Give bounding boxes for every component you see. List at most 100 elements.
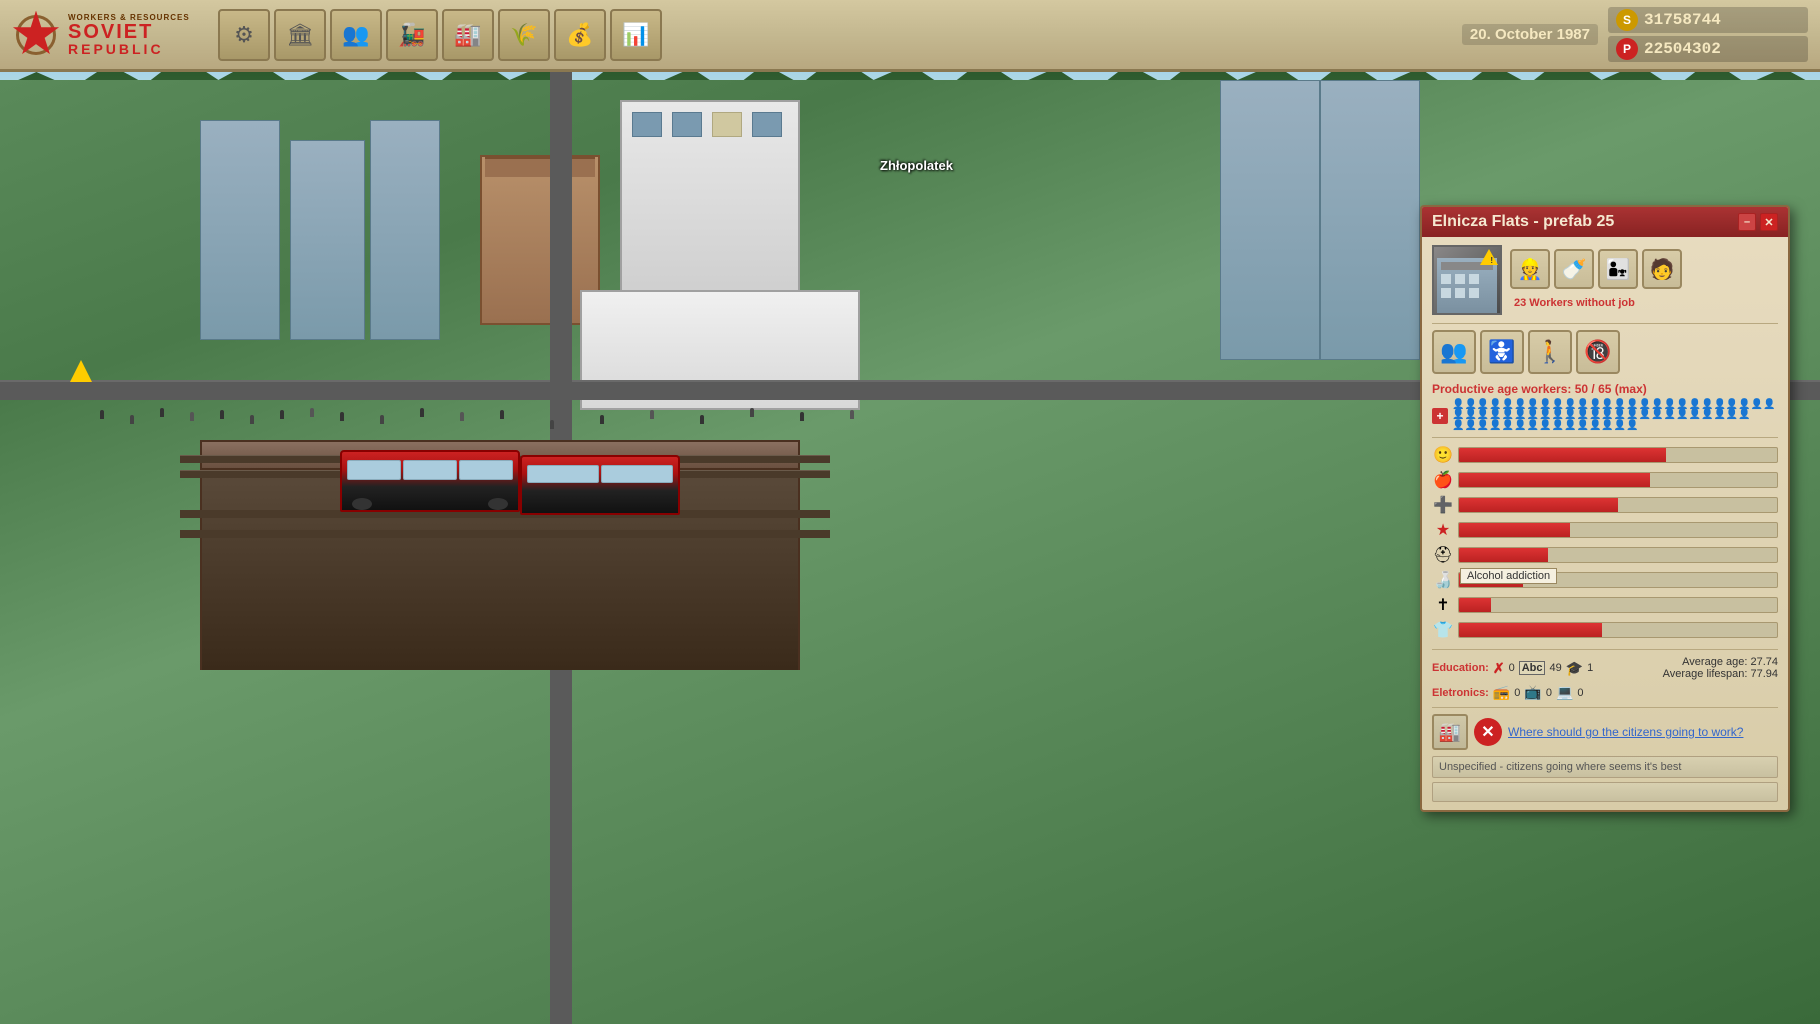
close-button[interactable]: ✕ xyxy=(1760,213,1778,231)
religion-icon: ✝ xyxy=(1432,594,1454,616)
clothing-icon: 👕 xyxy=(1432,619,1454,641)
age-21plus-icon: 🔞 xyxy=(1576,330,1620,374)
logo-area: WORKERS & RESOURCES SOVIET REPUBLIC xyxy=(0,7,210,63)
safety-icon: ⛑ xyxy=(1432,544,1454,566)
electronics-val1: 0 xyxy=(1514,687,1520,699)
info-panel: Elnicza Flats - prefab 25 – ✕ xyxy=(1420,205,1790,812)
person xyxy=(850,410,854,419)
toolbar: WORKERS & RESOURCES SOVIET REPUBLIC ⚙ 🏛 … xyxy=(0,0,1820,72)
panel-titlebar: Elnicza Flats - prefab 25 – ✕ xyxy=(1422,207,1788,237)
empty-bar xyxy=(1432,782,1778,802)
person xyxy=(550,420,554,429)
stat-alcohol: 🍶 Alcohol addiction xyxy=(1432,569,1778,591)
tram-2 xyxy=(520,455,680,515)
worker-empty-figures: 👤👤👤👤👤👤👤👤👤👤👤👤👤👤👤 xyxy=(1452,421,1639,431)
average-stats: Average age: 27.74 Average lifespan: 77.… xyxy=(1663,656,1778,680)
person xyxy=(190,412,194,421)
add-workers-button[interactable]: + xyxy=(1432,408,1448,424)
transport-button[interactable]: 🚂 xyxy=(386,9,438,61)
age-child-icon: 🚶 xyxy=(1528,330,1572,374)
stat-healthcare: ➕ xyxy=(1432,494,1778,516)
electronics-val2: 0 xyxy=(1546,687,1552,699)
education-abc-icon: Abc xyxy=(1519,661,1546,675)
culture-icon: ★ xyxy=(1432,519,1454,541)
building-prefab-1 xyxy=(1320,80,1420,360)
food-icon: 🍎 xyxy=(1432,469,1454,491)
building-2 xyxy=(290,140,365,340)
education-row: Education: ✗ 0 Abc 49 🎓 1 xyxy=(1432,660,1593,677)
education-val2: 49 xyxy=(1549,662,1561,674)
person xyxy=(500,410,504,419)
person xyxy=(600,415,604,424)
stat-food: 🍎 xyxy=(1432,469,1778,491)
electronics-icon2: 📺 xyxy=(1524,684,1541,701)
clothing-bar xyxy=(1458,622,1778,638)
electronics-label: Eletronics: xyxy=(1432,687,1489,699)
person xyxy=(100,410,104,419)
person xyxy=(340,412,344,421)
safety-fill xyxy=(1459,548,1548,562)
person xyxy=(220,410,224,419)
religion-bar xyxy=(1458,597,1778,613)
build-button[interactable]: ⚙ xyxy=(218,9,270,61)
age-baby-icon: 🚼 xyxy=(1480,330,1524,374)
divider-4 xyxy=(1432,707,1778,708)
money-button[interactable]: 💰 xyxy=(554,9,606,61)
people-button[interactable]: 👥 xyxy=(330,9,382,61)
building-thumbnail: ! xyxy=(1432,245,1502,315)
person xyxy=(160,408,164,417)
workers-without-job-label: 23 Workers without job xyxy=(1510,293,1778,311)
track-4 xyxy=(180,530,830,538)
religion-fill xyxy=(1459,598,1491,612)
education-hat-icon: 🎓 xyxy=(1566,660,1583,677)
gold-value: 31758744 xyxy=(1644,11,1721,29)
divider-3 xyxy=(1432,649,1778,650)
person xyxy=(250,415,254,424)
panel-body: ! 👷 🍼 👨‍👧 🧑 23 Workers without job 👥 🚼 xyxy=(1422,237,1788,810)
production-value: 22504302 xyxy=(1644,40,1721,58)
healthcare-bar xyxy=(1458,497,1778,513)
average-age: Average age: 27.74 xyxy=(1663,656,1778,668)
stat-happiness: 🙂 xyxy=(1432,444,1778,466)
workers-bar-row: + 👤👤👤👤👤👤👤👤👤👤👤👤👤👤👤👤👤👤👤👤👤👤👤👤👤👤👤👤👤👤👤👤👤👤👤👤👤👤… xyxy=(1432,400,1778,431)
building-prefab-2 xyxy=(1220,80,1320,360)
gold-resource: S 31758744 xyxy=(1608,7,1808,33)
person xyxy=(380,415,384,424)
stat-religion: ✝ xyxy=(1432,594,1778,616)
happiness-fill xyxy=(1459,448,1666,462)
gold-icon: S xyxy=(1616,9,1638,31)
workplace-cancel-icon[interactable]: ✕ xyxy=(1474,718,1502,746)
alcohol-tooltip: Alcohol addiction xyxy=(1460,568,1557,584)
alcohol-icon: 🍶 xyxy=(1432,569,1454,591)
stats-button[interactable]: 📊 xyxy=(610,9,662,61)
stat-safety: ⛑ xyxy=(1432,544,1778,566)
production-icon: P xyxy=(1616,38,1638,60)
roads-button[interactable]: 🏛 xyxy=(274,9,326,61)
person xyxy=(310,408,314,417)
logo-republic-label: REPUBLIC xyxy=(68,42,190,56)
safety-bar xyxy=(1458,547,1778,563)
healthcare-fill xyxy=(1459,498,1618,512)
baby-icon: 🍼 xyxy=(1554,249,1594,289)
workplace-row: 🏭 ✕ Where should go the citizens going t… xyxy=(1432,714,1778,750)
electronics-icon3: 💻 xyxy=(1556,684,1573,701)
stat-clothing: 👕 xyxy=(1432,619,1778,641)
stat-culture: ★ xyxy=(1432,519,1778,541)
person xyxy=(280,410,284,419)
electronics-icon1: 📻 xyxy=(1493,684,1510,701)
education-label: Education: xyxy=(1432,662,1489,674)
industry-button[interactable]: 🏭 xyxy=(442,9,494,61)
minimize-button[interactable]: – xyxy=(1738,213,1756,231)
person xyxy=(420,408,424,417)
agriculture-button[interactable]: 🌾 xyxy=(498,9,550,61)
workers-icon: 👷 xyxy=(1510,249,1550,289)
person xyxy=(130,415,134,424)
logo-soviet-label: SOVIET xyxy=(68,22,190,42)
culture-fill xyxy=(1459,523,1570,537)
person xyxy=(750,408,754,417)
workplace-question[interactable]: Where should go the citizens going to wo… xyxy=(1508,725,1743,739)
location-label: Zhłopolatek xyxy=(880,158,953,173)
education-cross-icon: ✗ xyxy=(1493,660,1505,677)
adult-icon: 🧑 xyxy=(1642,249,1682,289)
workplace-factory-icon: 🏭 xyxy=(1432,714,1468,750)
